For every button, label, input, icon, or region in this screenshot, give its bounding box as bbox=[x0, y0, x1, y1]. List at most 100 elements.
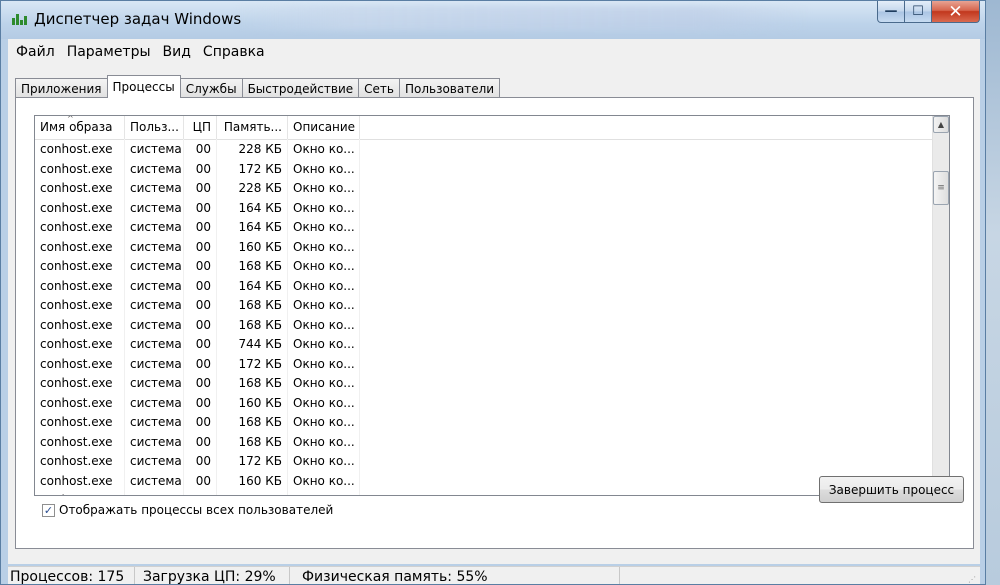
cell-description: Окно ко... bbox=[288, 412, 360, 432]
table-row[interactable]: conhost.exe система 00 164 КБ Окно ко... bbox=[35, 197, 949, 217]
maximize-icon: ☐ bbox=[912, 4, 924, 19]
scroll-up-button[interactable]: ▲ bbox=[933, 116, 949, 133]
cell-memory: 228 КБ bbox=[217, 178, 288, 198]
table-row[interactable]: conhost.exe система 00 164 КБ Окно ко... bbox=[35, 217, 949, 237]
cell-cpu: 00 bbox=[184, 412, 217, 432]
show-all-users-checkbox[interactable]: ✓ bbox=[42, 503, 55, 517]
table-row[interactable]: conhost.exe система 00 160 КБ Окно ко... bbox=[35, 470, 949, 490]
cell-image-name: conhost.exe bbox=[35, 256, 125, 276]
cell-user: система bbox=[125, 470, 184, 490]
cell-user: система bbox=[125, 158, 184, 178]
minimize-button[interactable]: — bbox=[877, 1, 905, 23]
cell-memory: 172 КБ bbox=[217, 451, 288, 471]
cell-image-name: conhost.exe bbox=[35, 178, 125, 198]
tab-processes[interactable]: Процессы bbox=[106, 75, 181, 98]
cell-description: Окно ко... bbox=[288, 256, 360, 276]
column-user[interactable]: Польз... bbox=[125, 116, 184, 139]
tab-performance[interactable]: Быстродействие bbox=[241, 78, 360, 98]
cell-description: Окно ко... bbox=[288, 373, 360, 393]
table-row[interactable]: conhost.exe система 00 160 КБ Окно ко... bbox=[35, 236, 949, 256]
cell-cpu: 00 bbox=[184, 275, 217, 295]
sort-ascending-icon: ^ bbox=[67, 115, 74, 123]
process-list[interactable]: ^ Имя образа Польз... ЦП Память... Описа… bbox=[34, 115, 950, 496]
table-row[interactable]: conhost.exe система 00 172 КБ Окно ко... bbox=[35, 158, 949, 178]
tab-networking[interactable]: Сеть bbox=[358, 78, 400, 98]
vertical-scrollbar[interactable]: ▲ ≡ ▼ bbox=[932, 116, 949, 495]
resize-grip-icon[interactable]: ⋰ bbox=[968, 575, 978, 584]
status-process-count: Процессов: 175 bbox=[8, 567, 135, 584]
cell-user: система bbox=[125, 139, 184, 159]
cell-description: Окно ко... bbox=[288, 451, 360, 471]
cell-cpu: 00 bbox=[184, 217, 217, 237]
show-all-users-option[interactable]: ✓ Отображать процессы всех пользователей bbox=[42, 503, 333, 517]
cell-cpu: 00 bbox=[184, 178, 217, 198]
table-row[interactable]: conhost.exeсистема00168 КБОкно ко... bbox=[35, 412, 949, 432]
cell-description: Окно ко... bbox=[288, 431, 360, 451]
cell-user: система bbox=[125, 236, 184, 256]
cell-image-name: conhost.exe bbox=[35, 373, 125, 393]
close-button[interactable]: ✕ bbox=[932, 1, 980, 23]
scroll-thumb[interactable]: ≡ bbox=[933, 171, 949, 205]
cell-cpu: 00 bbox=[184, 451, 217, 471]
title-bar[interactable]: Диспетчер задач Windows — ☐ ✕ bbox=[1, 1, 985, 39]
table-row[interactable]: conhost.exe система 00 172 КБ Окно ко... bbox=[35, 353, 949, 373]
cell-user: система bbox=[125, 353, 184, 373]
cell-cpu: 00 bbox=[184, 314, 217, 334]
cell-image-name: conhost.exe bbox=[35, 412, 125, 432]
tab-strip: Приложения Процессы Службы Быстродействи… bbox=[15, 75, 501, 98]
table-row[interactable]: conhost.exe система 00 744 КБ Окно ко... bbox=[35, 334, 949, 354]
cell-cpu: 00 bbox=[184, 197, 217, 217]
process-list-header: ^ Имя образа Польз... ЦП Память... Описа… bbox=[35, 116, 949, 140]
status-bar: Процессов: 175 Загрузка ЦП: 29% Физическ… bbox=[8, 566, 980, 584]
cell-user: система bbox=[125, 373, 184, 393]
table-row[interactable]: conhost.exe система 00 160 КБ Окно ко... bbox=[35, 392, 949, 412]
table-row[interactable]: conhost.exeсистема00168 КБОкно ко... bbox=[35, 295, 949, 315]
cell-description: Окно ко... bbox=[288, 295, 360, 315]
table-row[interactable]: conhost.exeсистема00168 КБОкно ко... bbox=[35, 256, 949, 276]
cell-description: Окно ко... bbox=[288, 470, 360, 490]
tab-users[interactable]: Пользователи bbox=[398, 78, 501, 98]
cell-memory: 168 КБ bbox=[217, 314, 288, 334]
table-row[interactable]: conhost.exe система 00 164 КБ Окно ко... bbox=[35, 275, 949, 295]
grip-lines-icon: ≡ bbox=[937, 183, 945, 193]
cell-cpu: 00 bbox=[184, 256, 217, 276]
cell-cpu: 00 bbox=[184, 373, 217, 393]
window-title: Диспетчер задач Windows bbox=[34, 10, 242, 28]
title-glass-blur bbox=[231, 6, 811, 30]
table-row[interactable]: conhost.exeсистема00168 КБОкно ко... bbox=[35, 373, 949, 393]
column-cpu[interactable]: ЦП bbox=[184, 116, 217, 139]
tab-applications[interactable]: Приложения bbox=[15, 78, 108, 98]
cell-image-name: conhost.exe bbox=[35, 295, 125, 315]
cell-user: система bbox=[125, 334, 184, 354]
table-row[interactable]: conhost.exe система 00 228 КБ Окно ко... bbox=[35, 178, 949, 198]
maximize-button[interactable]: ☐ bbox=[905, 1, 932, 23]
column-memory[interactable]: Память... bbox=[217, 116, 288, 139]
table-row[interactable]: conhost.exeсистема00168 КБОкно ко... bbox=[35, 431, 949, 451]
cell-image-name: conhost.exe bbox=[35, 197, 125, 217]
cell-image-name: conhost.exe bbox=[35, 431, 125, 451]
column-description[interactable]: Описание bbox=[288, 116, 360, 139]
cell-image-name: conhost.exe bbox=[35, 158, 125, 178]
cell-memory: 168 КБ bbox=[217, 295, 288, 315]
table-row[interactable]: conhost.exe система 00 172 КБ Окно ко... bbox=[35, 451, 949, 471]
cell-image-name: conhost.exe bbox=[35, 392, 125, 412]
minimize-icon: — bbox=[884, 4, 898, 19]
desktop-background bbox=[986, 0, 1000, 585]
table-row[interactable]: conhost.exeсистема00168 КБОкно ко... bbox=[35, 490, 949, 495]
menu-view[interactable]: Вид bbox=[159, 44, 195, 60]
menu-options[interactable]: Параметры bbox=[63, 44, 155, 60]
end-process-button[interactable]: Завершить процесс bbox=[819, 476, 964, 503]
table-row[interactable]: conhost.exe система 00 228 КБ Окно ко... bbox=[35, 139, 949, 159]
cell-memory: 168 КБ bbox=[217, 256, 288, 276]
table-row[interactable]: conhost.exeсистема00168 КБОкно ко... bbox=[35, 314, 949, 334]
tab-services[interactable]: Службы bbox=[179, 78, 243, 98]
cell-memory: 168 КБ bbox=[217, 431, 288, 451]
cell-image-name: conhost.exe bbox=[35, 275, 125, 295]
menu-help[interactable]: Справка bbox=[199, 44, 269, 60]
column-image-name[interactable]: ^ Имя образа bbox=[35, 116, 125, 139]
cell-image-name: conhost.exe bbox=[35, 217, 125, 237]
menu-file[interactable]: Файл bbox=[12, 44, 59, 60]
status-physical-memory: Физическая память: 55% bbox=[290, 567, 620, 584]
cell-cpu: 00 bbox=[184, 470, 217, 490]
show-all-users-label[interactable]: Отображать процессы всех пользователей bbox=[59, 503, 333, 517]
